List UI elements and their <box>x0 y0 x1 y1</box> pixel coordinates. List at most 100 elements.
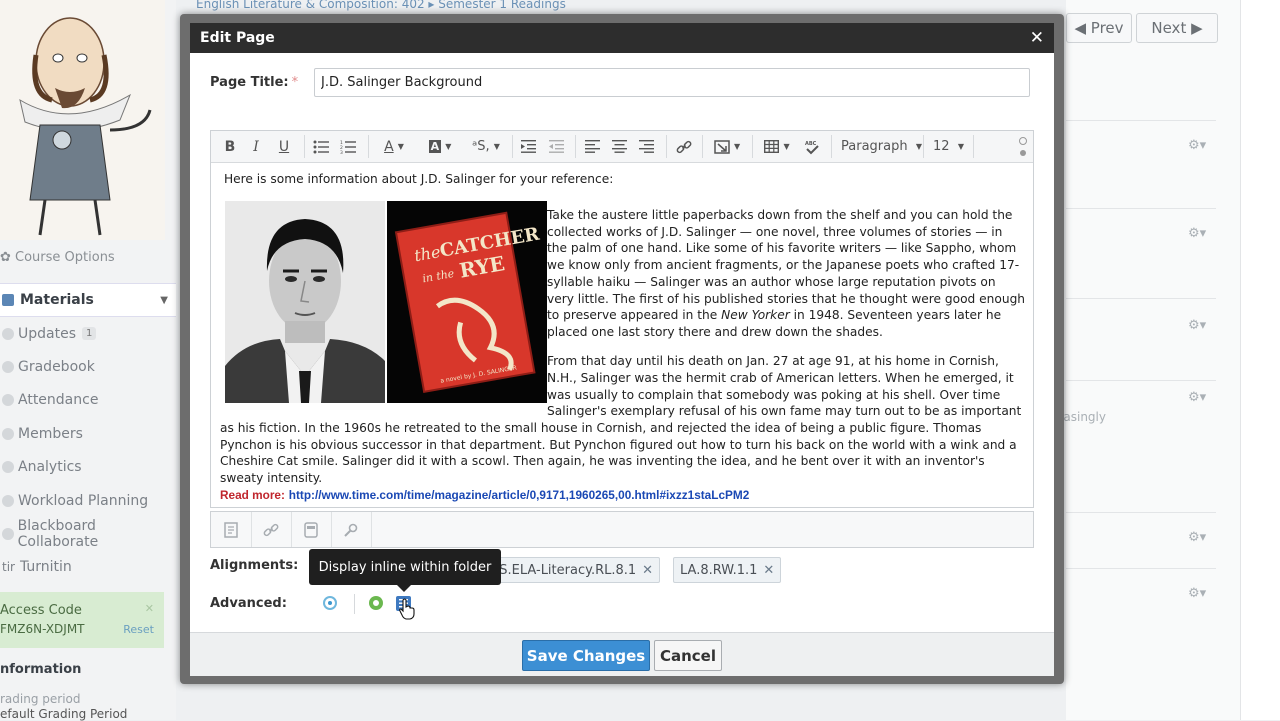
toolbar-divider <box>368 135 369 158</box>
nav-item-updates[interactable]: Updates 1 <box>0 317 176 350</box>
hand-cursor-icon <box>399 598 415 620</box>
align-left-icon[interactable] <box>581 131 603 162</box>
read-more-label: Read more: <box>220 487 285 502</box>
paragraph-format-select[interactable]: Paragraph ▼ <box>837 131 925 162</box>
gear-icon[interactable]: ⚙▾ <box>1188 226 1206 241</box>
breadcrumb[interactable]: English Literature & Composition: 402 ▸ … <box>196 0 566 11</box>
course-nav: Materials ▼ Updates 1 Gradebook Attendanc… <box>0 283 176 584</box>
intro-text: Here is some information about J.D. Sali… <box>224 172 614 186</box>
nav-item-gradebook[interactable]: Gradebook <box>0 350 176 383</box>
alignment-chip-label: SS.ELA-Literacy.RL.8.1 <box>491 562 637 578</box>
outdent-icon[interactable] <box>545 131 567 162</box>
highlight-color-icon[interactable]: A ▼ <box>419 131 461 162</box>
attach-tool-icon[interactable] <box>331 512 372 547</box>
prev-button[interactable]: ◀ Prev <box>1066 13 1132 43</box>
visibility-option-icon[interactable] <box>323 596 337 610</box>
collaborate-icon <box>2 528 14 541</box>
indent-icon[interactable] <box>517 131 539 162</box>
underline-button[interactable]: U <box>273 131 295 162</box>
toolbar-divider <box>831 135 832 158</box>
attach-file-icon[interactable] <box>211 512 252 547</box>
article-text: Take the austere little paperbacks down … <box>220 207 1026 503</box>
alignments-label: Alignments: <box>210 558 299 573</box>
nav-materials-header[interactable]: Materials ▼ <box>0 283 176 317</box>
font-color-icon[interactable]: A ▼ <box>374 131 414 162</box>
materials-icon <box>2 294 14 306</box>
gear-icon[interactable]: ⚙▾ <box>1188 390 1206 405</box>
attach-resource-icon[interactable] <box>291 512 332 547</box>
alignment-chip[interactable]: SS.ELA-Literacy.RL.8.1 ✕ <box>484 557 661 583</box>
attendance-icon <box>2 394 14 407</box>
attach-link-icon[interactable] <box>251 512 292 547</box>
nav-item-attendance[interactable]: Attendance <box>0 384 176 417</box>
remove-chip-icon[interactable]: ✕ <box>763 563 774 578</box>
required-asterisk: * <box>291 75 299 90</box>
nav-item-label: Blackboard Collaborate <box>17 518 99 551</box>
grading-period-label: rading period <box>0 692 81 706</box>
course-options-link[interactable]: ✿ Course Options <box>0 250 115 265</box>
nav-item-label: Analytics <box>18 459 82 476</box>
more-options-icon[interactable] <box>1017 131 1029 162</box>
grading-period-value: efault Grading Period <box>0 707 128 721</box>
link-icon[interactable] <box>671 131 697 162</box>
bold-button[interactable]: B <box>219 131 241 162</box>
italic-button[interactable]: I <box>245 131 267 162</box>
nav-item-turnitin[interactable]: tir Turnitin <box>0 551 176 584</box>
nav-item-analytics[interactable]: Analytics <box>0 451 176 484</box>
completion-option-icon[interactable] <box>369 596 383 610</box>
access-code-title: Access Code <box>0 603 82 618</box>
paragraph-format-value: Paragraph <box>841 139 908 154</box>
list-row-divider <box>1066 568 1216 569</box>
nav-materials-label: Materials <box>20 292 94 308</box>
toolbar-divider <box>702 135 703 158</box>
nav-item-members[interactable]: Members <box>0 417 176 450</box>
toolbar-divider <box>973 135 974 158</box>
turnitin-icon: tir <box>2 560 15 575</box>
nav-item-blackboard-collaborate[interactable]: Blackboard Collaborate <box>0 517 176 550</box>
alignment-chip[interactable]: LA.8.RW.1.1 ✕ <box>673 557 782 583</box>
remove-chip-icon[interactable]: ✕ <box>642 563 653 578</box>
numbered-list-icon[interactable]: 123 <box>337 131 359 162</box>
course-mascot-image <box>0 0 165 240</box>
spellcheck-icon[interactable]: ABC <box>801 131 823 162</box>
read-more-link[interactable]: http://www.time.com/time/magazine/articl… <box>289 488 750 502</box>
access-code-panel: Access Code ✕ FMZ6N-XDJMT Reset <box>0 592 164 648</box>
save-changes-button[interactable]: Save Changes <box>522 640 650 671</box>
access-code-reset-link[interactable]: Reset <box>123 623 154 636</box>
toolbar-divider <box>666 135 667 158</box>
align-center-icon[interactable] <box>608 131 630 162</box>
list-row-divider <box>1066 298 1216 299</box>
list-row-divider <box>1066 120 1216 121</box>
modal-titlebar: Edit Page ✕ <box>190 23 1054 53</box>
updates-count-badge: 1 <box>82 327 97 341</box>
nav-item-label: Turnitin <box>19 559 72 576</box>
bullet-list-icon[interactable] <box>310 131 332 162</box>
gear-icon[interactable]: ⚙▾ <box>1188 318 1206 333</box>
gear-icon[interactable]: ⚙▾ <box>1188 586 1206 601</box>
nav-item-workload-planning[interactable]: Workload Planning <box>0 484 176 517</box>
special-characters-icon[interactable]: ᵃS, ▼ <box>465 131 507 162</box>
cancel-button[interactable]: Cancel <box>654 640 722 671</box>
alignment-chip-label: LA.8.RW.1.1 <box>680 562 758 578</box>
close-icon[interactable]: ✕ <box>145 602 154 615</box>
nav-item-label: Attendance <box>18 392 99 409</box>
caret-down-icon[interactable]: ▼ <box>160 295 168 306</box>
insert-media-icon[interactable]: ▼ <box>707 131 747 162</box>
gear-icon[interactable]: ⚙▾ <box>1188 530 1206 545</box>
close-icon[interactable]: ✕ <box>1030 28 1044 48</box>
tooltip: Display inline within folder <box>309 549 501 592</box>
list-row-divider <box>1066 380 1216 381</box>
editor-toolbar: B I U 123 A ▼ A ▼ ᵃS, ▼ ▼ ▼ ABC Paragrap… <box>211 131 1033 163</box>
gear-icon[interactable]: ⚙▾ <box>1188 138 1206 153</box>
information-heading: nformation <box>0 662 82 677</box>
members-icon <box>2 427 14 440</box>
editor-content[interactable]: Here is some information about J.D. Sali… <box>211 163 1033 507</box>
align-right-icon[interactable] <box>635 131 657 162</box>
next-button[interactable]: Next ▶ <box>1136 13 1218 43</box>
nav-item-label: Workload Planning <box>18 492 149 509</box>
toolbar-divider <box>923 135 924 158</box>
page-title-input[interactable] <box>314 68 1030 97</box>
table-icon[interactable]: ▼ <box>757 131 797 162</box>
font-size-select[interactable]: 12 ▼ <box>929 131 977 162</box>
gradebook-icon <box>2 361 14 374</box>
